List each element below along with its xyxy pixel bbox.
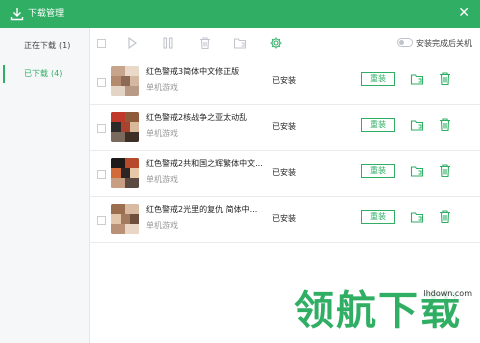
active-indicator <box>3 65 5 83</box>
install-status: 已安装 <box>272 214 296 223</box>
reinstall-button[interactable]: 重装 <box>361 72 395 86</box>
sidebar-item-label: 已下载 <box>24 69 48 78</box>
open-folder-icon[interactable] <box>410 164 424 178</box>
open-folder-icon[interactable] <box>410 72 424 86</box>
delete-icon[interactable] <box>438 163 452 178</box>
row-checkbox[interactable] <box>97 216 106 225</box>
sidebar-item-label: 正在下载 <box>24 41 56 50</box>
shutdown-toggle[interactable] <box>397 38 413 47</box>
game-name: 红色警戒2核战争之亚太动乱 <box>146 113 248 122</box>
open-folder-icon[interactable] <box>410 210 424 224</box>
install-status: 已安装 <box>272 76 296 85</box>
game-name: 红色警戒3简体中文修正版 <box>146 67 240 76</box>
install-status: 已安装 <box>272 122 296 131</box>
download-row: 红色警戒2共和国之辉繁体中文... 单机游戏 已安装 重装 <box>90 151 480 197</box>
delete-icon[interactable] <box>438 209 452 224</box>
game-type: 单机游戏 <box>146 129 178 138</box>
gear-icon[interactable] <box>269 36 283 50</box>
reinstall-button[interactable]: 重装 <box>361 118 395 132</box>
game-thumbnail <box>111 204 139 234</box>
game-name: 红色警戒2光里的复仇 简体中... <box>146 205 258 214</box>
download-icon <box>10 8 24 21</box>
reinstall-button[interactable]: 重装 <box>361 210 395 224</box>
row-checkbox[interactable] <box>97 124 106 133</box>
sidebar-item-downloading[interactable]: 正在下载 (1) <box>0 32 89 60</box>
delete-icon[interactable] <box>438 117 452 132</box>
row-checkbox[interactable] <box>97 78 106 87</box>
folder-icon[interactable] <box>233 36 247 50</box>
watermark: 领航下载 lhdown.com <box>294 283 480 339</box>
sidebar-item-count: (1) <box>59 41 71 50</box>
reinstall-button[interactable]: 重装 <box>361 164 395 178</box>
game-type: 单机游戏 <box>146 175 178 184</box>
sidebar-item-downloaded[interactable]: 已下载 (4) <box>0 60 89 88</box>
download-row: 红色警戒2光里的复仇 简体中... 单机游戏 已安装 重装 <box>90 197 480 243</box>
toolbar: 安装完成后关机 <box>90 28 480 58</box>
download-row: 红色警戒2核战争之亚太动乱 单机游戏 已安装 重装 <box>90 105 480 151</box>
game-type: 单机游戏 <box>146 83 178 92</box>
select-all-checkbox[interactable] <box>97 39 106 48</box>
install-status: 已安装 <box>272 168 296 177</box>
shutdown-toggle-label: 安装完成后关机 <box>416 39 472 48</box>
row-checkbox[interactable] <box>97 170 106 179</box>
pause-icon[interactable] <box>161 36 175 50</box>
delete-icon[interactable] <box>438 71 452 86</box>
title-bar: 下载管理 ✕ <box>0 0 480 28</box>
toggle-knob <box>399 40 404 45</box>
play-icon[interactable] <box>125 36 139 50</box>
game-type: 单机游戏 <box>146 221 178 230</box>
sidebar-item-count: (4) <box>51 69 63 78</box>
close-icon[interactable]: ✕ <box>458 4 470 22</box>
game-thumbnail <box>111 66 139 96</box>
game-thumbnail <box>111 158 139 188</box>
download-row: 红色警戒3简体中文修正版 单机游戏 已安装 重装 <box>90 59 480 105</box>
trash-icon[interactable] <box>198 36 212 50</box>
game-name: 红色警戒2共和国之辉繁体中文... <box>146 159 263 168</box>
watermark-site: lhdown.com <box>421 289 474 299</box>
sidebar: 正在下载 (1) 已下载 (4) <box>0 28 90 343</box>
open-folder-icon[interactable] <box>410 118 424 132</box>
game-thumbnail <box>111 112 139 142</box>
window-title: 下载管理 <box>28 9 65 19</box>
